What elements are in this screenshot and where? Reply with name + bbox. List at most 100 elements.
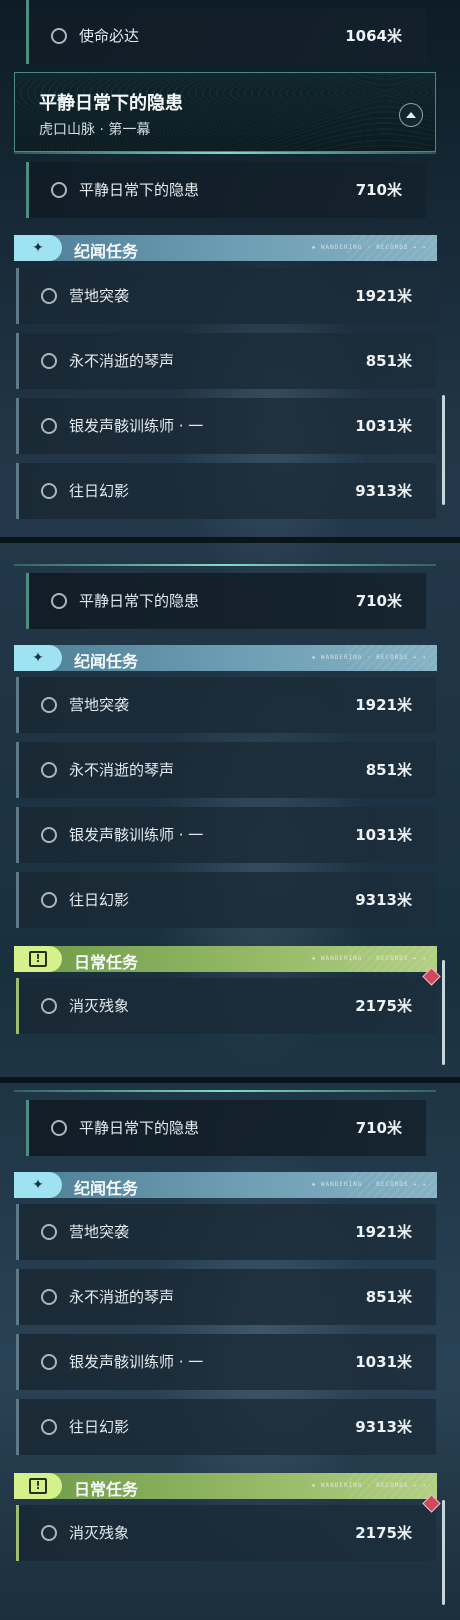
chapter-subtitle: 虎口山脉 · 第一幕 [39,122,151,138]
quest-label: 银发声骸训练师 · 一 [69,826,204,844]
quest-distance: 710米 [355,181,402,199]
status-circle-icon [41,1224,57,1240]
status-circle-icon [41,827,57,843]
quest-distance: 851米 [365,1288,412,1306]
header-divider [14,152,436,154]
status-circle-icon [51,182,67,198]
sparkle-icon: ✦ [14,1172,62,1198]
category-story[interactable]: ✦ 纪闻任务 ◈ WANDERING · RECORDS ✦ ✦ [14,235,437,261]
quest-distance: 1921米 [355,287,412,305]
quest-distance: 1031米 [355,1353,412,1371]
quest-label: 银发声骸训练师 · 一 [69,1353,204,1371]
quest-row[interactable]: 永不消逝的琴声 851米 [16,1269,436,1325]
quest-row-daily[interactable]: 消灭残象 2175米 [16,967,441,1034]
quest-row[interactable]: 永不消逝的琴声 851米 [16,333,436,389]
quest-distance: 851米 [365,352,412,370]
quest-label: 往日幻影 [69,482,130,500]
quest-label: 营地突袭 [69,696,130,714]
quest-label: 往日幻影 [69,891,130,909]
quest-row-main[interactable]: 平静日常下的隐患 710米 [26,162,426,218]
category-title: 纪闻任务 [74,652,139,671]
status-circle-icon [51,593,67,609]
quest-row[interactable]: 往日幻影 9313米 [16,872,436,928]
category-story[interactable]: ✦ 纪闻任务 ◈ WANDERING · RECORDS ✦ ✦ [14,645,437,671]
quest-distance: 1921米 [355,696,412,714]
scrollbar[interactable] [442,1500,445,1605]
header-divider [14,564,436,566]
quest-distance: 851米 [365,761,412,779]
quest-row[interactable]: 营地突袭 1921米 [16,1204,436,1260]
status-circle-icon [41,353,57,369]
quest-label: 平静日常下的隐患 [79,181,200,199]
quest-panel-3: 平静日常下的隐患 710米 ✦ 纪闻任务 ◈ WANDERING · RECOR… [0,1080,460,1620]
quest-panel-1: 使命必达 1064米 平静日常下的隐患 虎口山脉 · 第一幕 平静日常下的隐患 … [0,0,460,540]
quest-row-top[interactable]: 使命必达 1064米 [26,8,426,64]
status-circle-icon [41,1525,57,1541]
status-circle-icon [41,892,57,908]
chapter-title: 平静日常下的隐患 [39,93,183,114]
status-circle-icon [41,483,57,499]
quest-label: 营地突袭 [69,287,130,305]
status-circle-icon [51,28,67,44]
category-tag: ◈ WANDERING · RECORDS ✦ ✦ [311,1482,427,1489]
quest-distance: 1921米 [355,1223,412,1241]
category-title: 日常任务 [74,953,139,972]
quest-label: 永不消逝的琴声 [69,761,175,779]
quest-row-daily[interactable]: 消灭残象 2175米 [16,1494,441,1561]
status-circle-icon [41,697,57,713]
quest-distance: 2175米 [355,997,412,1015]
quest-distance: 9313米 [355,482,412,500]
quest-distance: 710米 [355,1119,402,1137]
quest-row[interactable]: 营地突袭 1921米 [16,268,436,324]
category-daily[interactable]: ! 日常任务 ◈ WANDERING · RECORDS ✦ ✦ [14,946,437,972]
chapter-header[interactable]: 平静日常下的隐患 虎口山脉 · 第一幕 [14,72,436,152]
quest-row[interactable]: 银发声骸训练师 · 一 1031米 [16,807,436,863]
category-daily[interactable]: ! 日常任务 ◈ WANDERING · RECORDS ✦ ✦ [14,1473,437,1499]
category-tag: ◈ WANDERING · RECORDS ✦ ✦ [311,1181,427,1188]
quest-distance: 1031米 [355,826,412,844]
quest-label: 银发声骸训练师 · 一 [69,417,204,435]
quest-label: 使命必达 [79,27,140,45]
sparkle-icon: ✦ [14,645,62,671]
quest-label: 永不消逝的琴声 [69,1288,175,1306]
status-circle-icon [41,288,57,304]
quest-distance: 1031米 [355,417,412,435]
category-tag: ◈ WANDERING · RECORDS ✦ ✦ [311,654,427,661]
quest-row[interactable]: 银发声骸训练师 · 一 1031米 [16,398,436,454]
quest-panel-2: 平静日常下的隐患 710米 ✦ 纪闻任务 ◈ WANDERING · RECOR… [0,540,460,1080]
quest-label: 营地突袭 [69,1223,130,1241]
status-circle-icon [41,1289,57,1305]
quest-distance: 9313米 [355,891,412,909]
category-title: 日常任务 [74,1480,139,1499]
quest-row-main[interactable]: 平静日常下的隐患 710米 [26,1100,426,1156]
status-circle-icon [41,1419,57,1435]
quest-distance: 2175米 [355,1524,412,1542]
status-circle-icon [41,1354,57,1370]
quest-label: 平静日常下的隐患 [79,592,200,610]
quest-label: 平静日常下的隐患 [79,1119,200,1137]
scrollbar[interactable] [442,960,445,1065]
category-title: 纪闻任务 [74,1179,139,1198]
exclamation-icon: ! [14,946,62,972]
quest-label: 消灭残象 [69,1524,130,1542]
status-circle-icon [41,762,57,778]
sparkle-icon: ✦ [14,235,62,261]
category-tag: ◈ WANDERING · RECORDS ✦ ✦ [311,955,427,962]
quest-row[interactable]: 往日幻影 9313米 [16,463,436,519]
category-tag: ◈ WANDERING · RECORDS ✦ ✦ [311,244,427,251]
quest-distance: 9313米 [355,1418,412,1436]
quest-label: 往日幻影 [69,1418,130,1436]
quest-row-main[interactable]: 平静日常下的隐患 710米 [26,573,426,629]
quest-row[interactable]: 银发声骸训练师 · 一 1031米 [16,1334,436,1390]
quest-distance: 1064米 [345,27,402,45]
quest-row[interactable]: 往日幻影 9313米 [16,1399,436,1455]
quest-row[interactable]: 营地突袭 1921米 [16,677,436,733]
chevron-up-icon[interactable] [399,103,423,127]
status-circle-icon [51,1120,67,1136]
scrollbar[interactable] [442,395,445,505]
quest-label: 永不消逝的琴声 [69,352,175,370]
category-story[interactable]: ✦ 纪闻任务 ◈ WANDERING · RECORDS ✦ ✦ [14,1172,437,1198]
quest-distance: 710米 [355,592,402,610]
category-title: 纪闻任务 [74,242,139,261]
quest-row[interactable]: 永不消逝的琴声 851米 [16,742,436,798]
